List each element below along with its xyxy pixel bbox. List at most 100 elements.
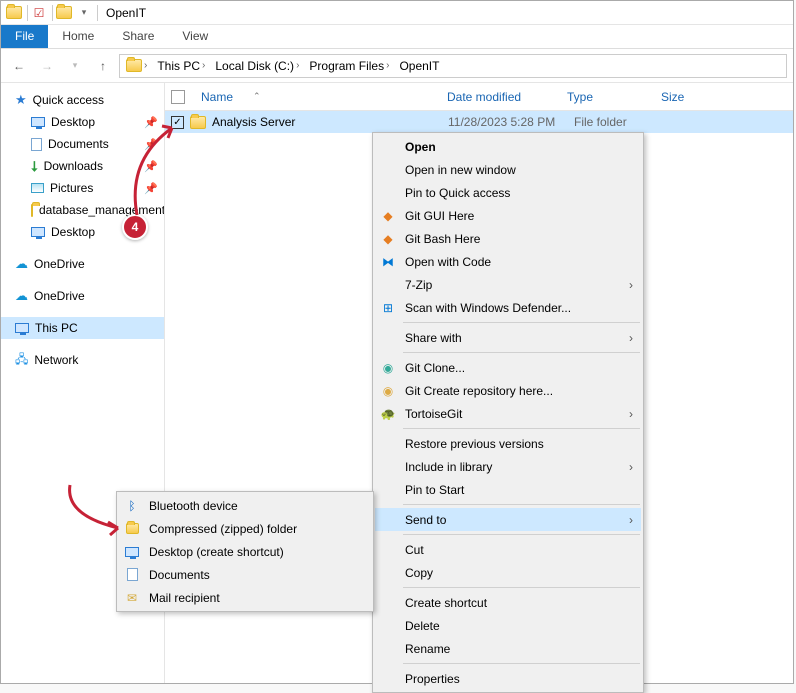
documents-icon [31,138,42,151]
menu-send-to[interactable]: Send to› [375,508,641,531]
downloads-icon: ⭣ [31,158,38,175]
col-date[interactable]: Date modified [439,86,559,108]
submenu-arrow-icon: › [629,278,633,292]
qat-folder-icon[interactable] [55,5,73,21]
git-bash-icon: ◆ [380,231,396,247]
qat-dropdown-icon[interactable]: ▾ [75,5,93,21]
breadcrumb-thispc[interactable]: This PC › [153,57,209,75]
menu-pin-quick-access[interactable]: Pin to Quick access [375,181,641,204]
bluetooth-icon: ᛒ [124,498,140,514]
annotation-badge: 4 [122,214,148,240]
submenu-arrow-icon: › [629,331,633,345]
menu-git-bash[interactable]: ◆Git Bash Here [375,227,641,250]
pictures-icon [31,183,44,193]
title-bar: ☑ ▾ OpenIT [1,1,793,25]
submenu-arrow-icon: › [629,460,633,474]
menu-create-shortcut[interactable]: Create shortcut [375,591,641,614]
breadcrumb-drive[interactable]: Local Disk (C:) › [211,57,303,75]
file-name: Analysis Server [212,115,442,129]
breadcrumb-programfiles[interactable]: Program Files › [305,57,393,75]
sendto-mail[interactable]: ✉Mail recipient [119,586,371,609]
col-name[interactable]: Name⌃ [193,86,439,108]
cloud-icon: ☁ [15,288,28,304]
git-create-icon: ◉ [380,383,396,399]
ribbon-tabs: File Home Share View [1,25,793,49]
app-icon [5,5,23,21]
tab-view[interactable]: View [168,25,222,48]
sidebar-thispc[interactable]: This PC [1,317,164,339]
recent-dropdown[interactable]: ▾ [63,54,87,78]
navigation-bar: ← → ▾ ↑ › This PC › Local Disk (C:) › Pr… [1,49,793,83]
git-clone-icon: ◉ [380,360,396,376]
file-date: 11/28/2023 5:28 PM [448,115,568,129]
menu-copy[interactable]: Copy [375,561,641,584]
sidebar-onedrive2[interactable]: ☁OneDrive [1,285,164,307]
sidebar-documents[interactable]: Documents📌 [1,133,164,155]
sendto-zip[interactable]: Compressed (zipped) folder [119,517,371,540]
vscode-icon: ⧓ [380,254,396,270]
network-icon: 🖧 [15,350,28,371]
forward-button[interactable]: → [35,54,59,78]
folder-icon [31,204,33,217]
menu-open-new-window[interactable]: Open in new window [375,158,641,181]
file-row-selected[interactable]: ✓ Analysis Server 11/28/2023 5:28 PM Fil… [165,111,793,133]
pin-icon: 📌 [144,138,158,151]
menu-tortoisegit[interactable]: 🐢TortoiseGit› [375,402,641,425]
sidebar-pictures[interactable]: Pictures📌 [1,177,164,199]
file-type: File folder [574,115,627,129]
documents-icon [124,567,140,583]
pin-icon: 📌 [144,116,158,129]
select-all-checkbox[interactable] [171,90,185,104]
breadcrumb-current[interactable]: OpenIT [395,57,443,75]
quick-access[interactable]: ★Quick access [1,89,164,111]
menu-include-library[interactable]: Include in library› [375,455,641,478]
context-menu: Open Open in new window Pin to Quick acc… [372,132,644,693]
menu-cut[interactable]: Cut [375,538,641,561]
address-bar[interactable]: › This PC › Local Disk (C:) › Program Fi… [119,54,787,78]
qat-properties-icon[interactable]: ☑ [30,5,48,21]
menu-7zip[interactable]: 7-Zip› [375,273,641,296]
sidebar-desktop[interactable]: Desktop📌 [1,111,164,133]
menu-open[interactable]: Open [375,135,641,158]
pin-icon: 📌 [144,160,158,173]
up-button[interactable]: ↑ [91,54,115,78]
tab-file[interactable]: File [1,25,48,48]
tab-home[interactable]: Home [48,25,108,48]
menu-open-code[interactable]: ⧓Open with Code [375,250,641,273]
col-type[interactable]: Type [559,86,653,108]
menu-pin-start[interactable]: Pin to Start [375,478,641,501]
menu-git-clone[interactable]: ◉Git Clone... [375,356,641,379]
defender-icon: ⊞ [380,300,396,316]
submenu-arrow-icon: › [629,407,633,421]
menu-delete[interactable]: Delete [375,614,641,637]
window-title: OpenIT [106,6,146,20]
sort-indicator-icon: ⌃ [253,91,261,102]
back-button[interactable]: ← [7,54,31,78]
pc-icon [15,323,29,333]
menu-share-with[interactable]: Share with› [375,326,641,349]
menu-rename[interactable]: Rename [375,637,641,660]
desktop-icon [124,544,140,560]
breadcrumb-root-icon[interactable]: › [122,57,151,74]
sendto-submenu: ᛒBluetooth device Compressed (zipped) fo… [116,491,374,612]
menu-defender[interactable]: ⊞Scan with Windows Defender... [375,296,641,319]
desktop-icon [31,227,45,237]
tab-share[interactable]: Share [108,25,168,48]
sidebar-network[interactable]: 🖧Network [1,349,164,371]
sendto-desktop-shortcut[interactable]: Desktop (create shortcut) [119,540,371,563]
menu-git-gui[interactable]: ◆Git GUI Here [375,204,641,227]
column-headers: Name⌃ Date modified Type Size [165,83,793,111]
sidebar-onedrive1[interactable]: ☁OneDrive [1,253,164,275]
git-gui-icon: ◆ [380,208,396,224]
cloud-icon: ☁ [15,256,28,272]
menu-git-create[interactable]: ◉Git Create repository here... [375,379,641,402]
sendto-documents[interactable]: Documents [119,563,371,586]
row-checkbox[interactable]: ✓ [171,116,184,129]
sidebar-downloads[interactable]: ⭣Downloads📌 [1,155,164,177]
menu-properties[interactable]: Properties [375,667,641,690]
star-icon: ★ [15,92,27,108]
folder-icon [190,116,206,129]
sendto-bluetooth[interactable]: ᛒBluetooth device [119,494,371,517]
menu-restore[interactable]: Restore previous versions [375,432,641,455]
col-size[interactable]: Size [653,86,692,108]
